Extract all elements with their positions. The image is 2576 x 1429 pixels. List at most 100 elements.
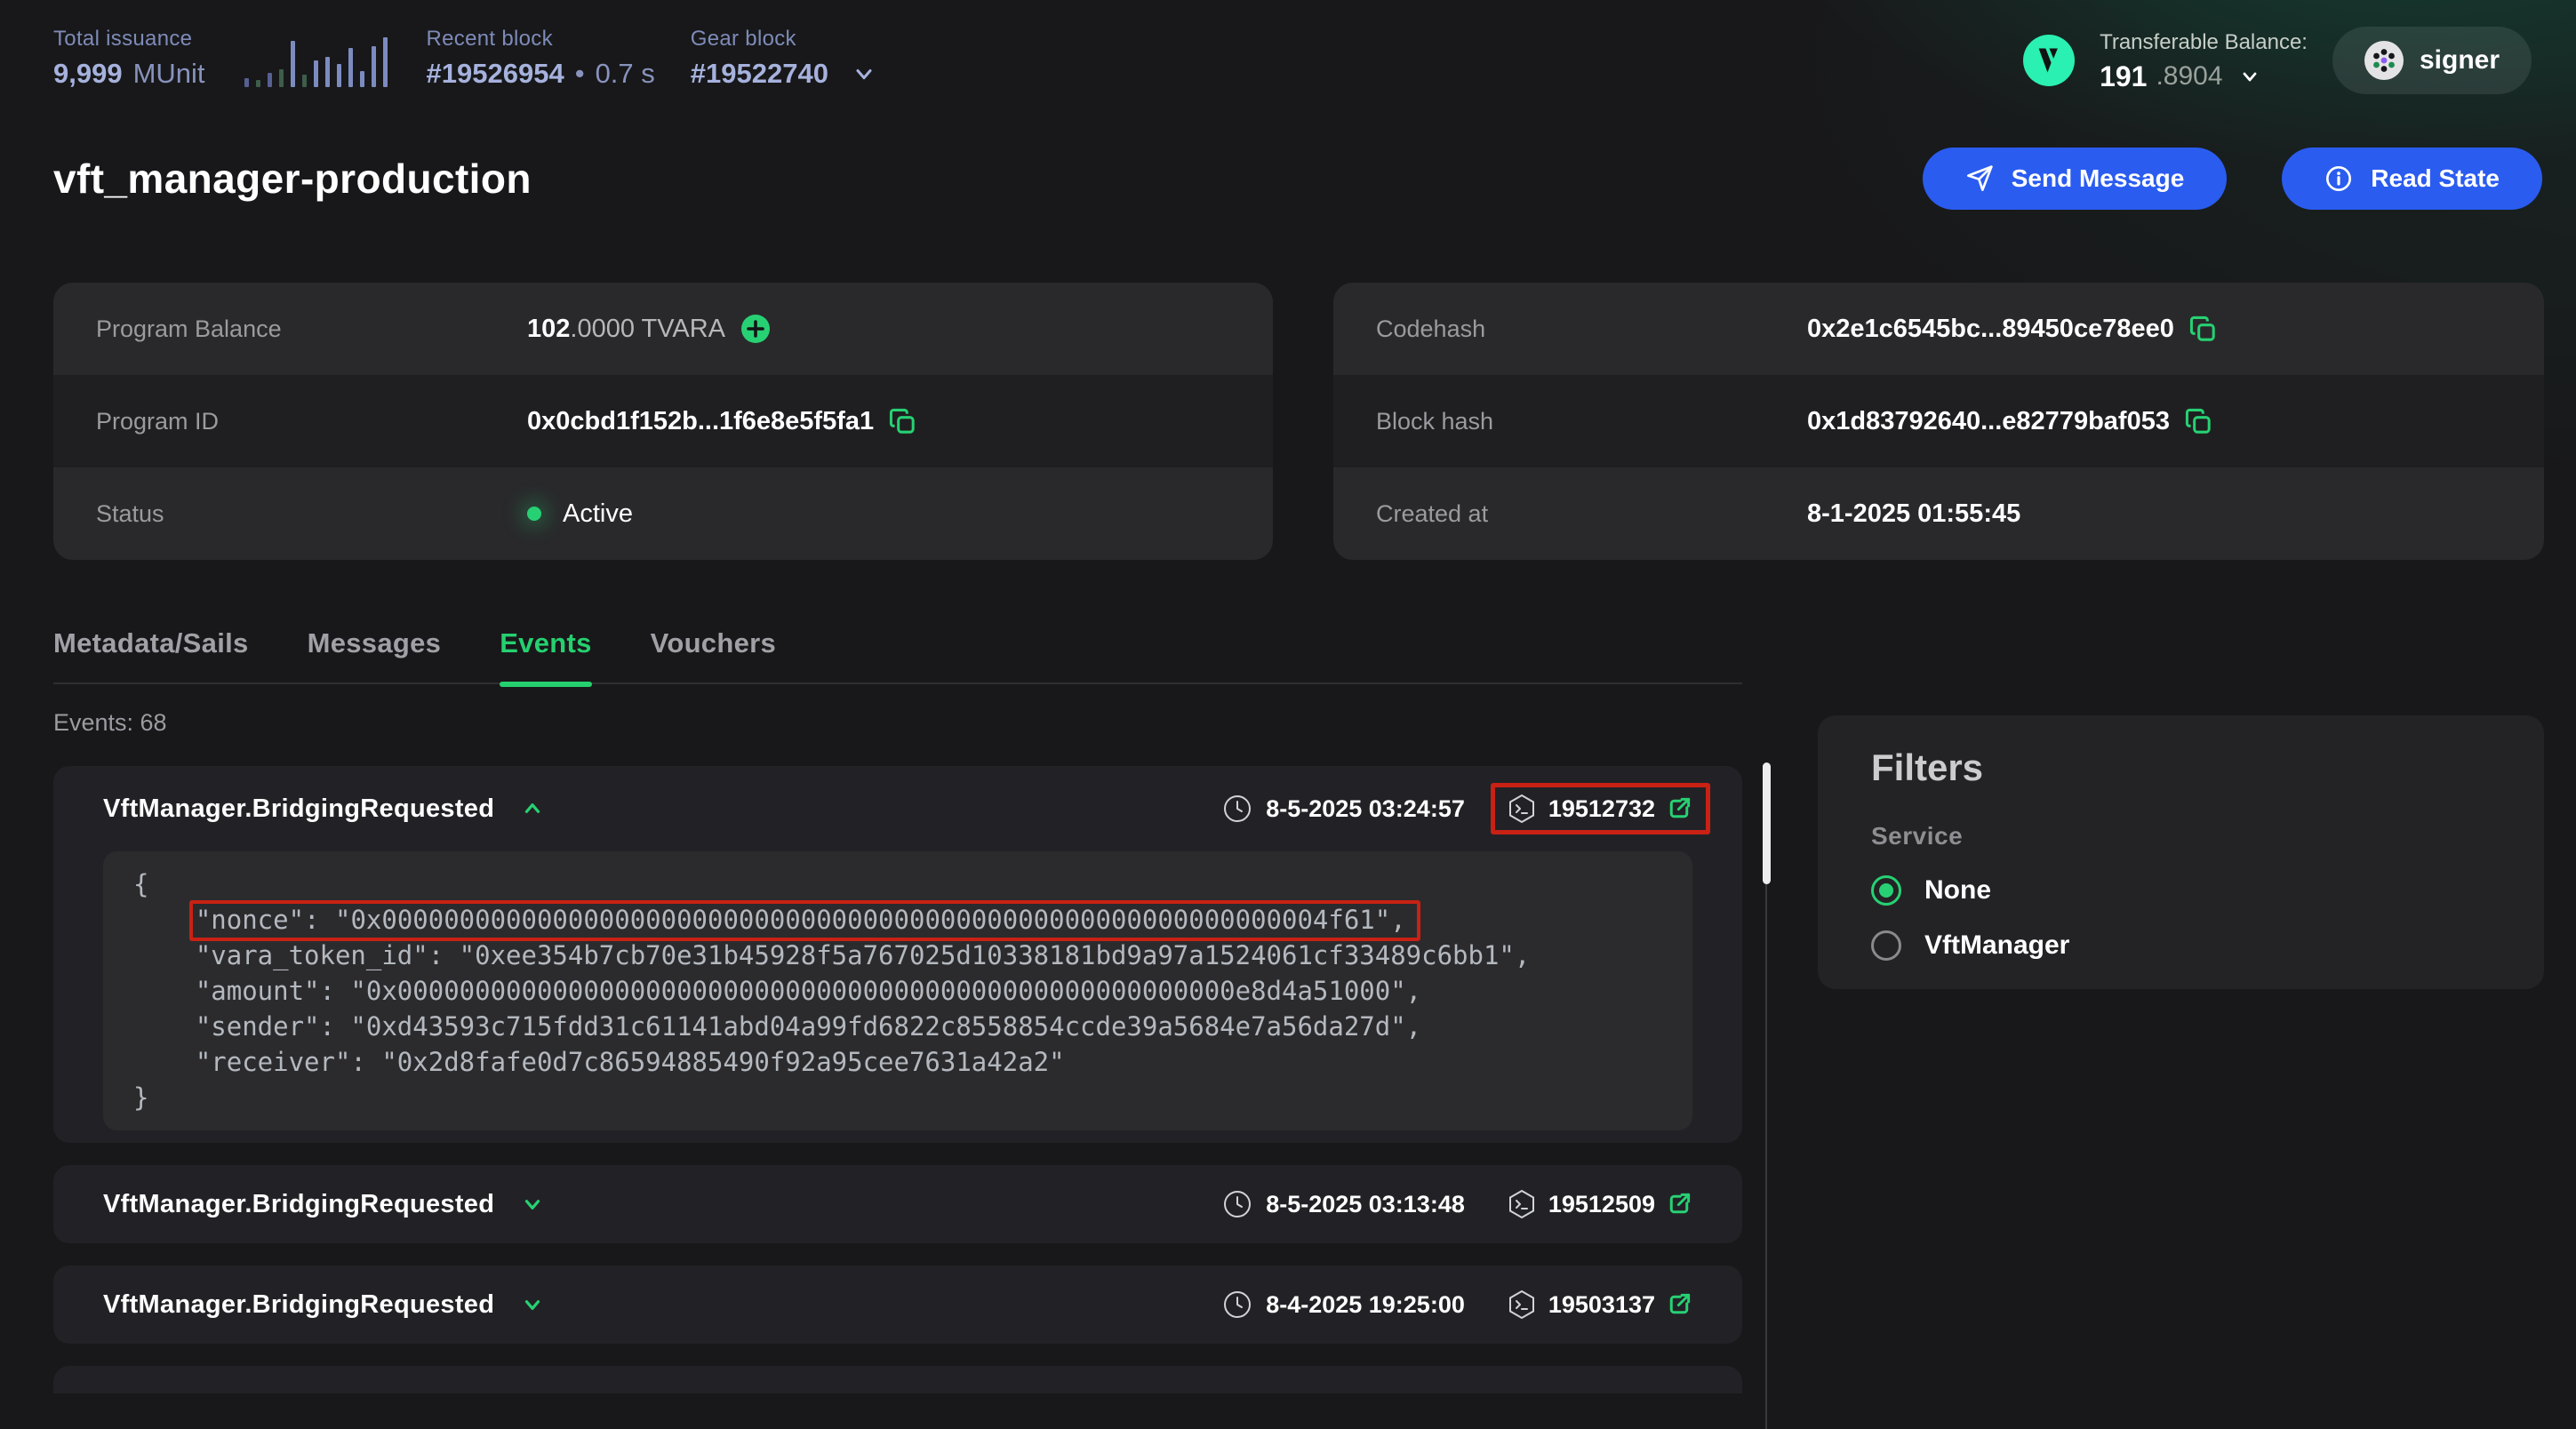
account-name: signer xyxy=(2420,45,2500,76)
title-row: vft_manager-production Send Message xyxy=(53,148,2542,210)
chevron-down-icon[interactable] xyxy=(852,61,876,86)
filters-panel: Filters Service None VftManager xyxy=(1818,715,2544,989)
page-title: vft_manager-production xyxy=(53,155,532,203)
vara-logo-icon xyxy=(2023,35,2075,86)
external-link-icon[interactable] xyxy=(1666,1191,1692,1217)
sparkline-bar xyxy=(302,75,307,87)
gear-block-stat: Gear block #19522740 xyxy=(691,27,876,87)
block-icon xyxy=(1506,793,1538,825)
gear-block-number: #19522740 xyxy=(691,60,828,87)
recent-block-separator: • xyxy=(575,60,585,87)
annotation-box-block: 19512732 xyxy=(1506,793,1692,825)
gear-block-label: Gear block xyxy=(691,27,876,52)
payload-line: "vara_token_id": "0xee354b7cb70e31b45928… xyxy=(133,938,1675,973)
event-timestamp: 8-4-2025 19:25:00 xyxy=(1221,1289,1465,1321)
event-header[interactable]: VftManager.BridgingRequested 8-5-2025 03… xyxy=(53,766,1742,851)
copy-icon[interactable] xyxy=(888,407,917,436)
event-card: VftManager.BridgingRequested 8-4-2025 19… xyxy=(53,1265,1742,1344)
sparkline-bar xyxy=(383,37,388,87)
sparkline-bar xyxy=(256,80,260,87)
event-payload: { "nonce": "0x00000000000000000000000000… xyxy=(103,851,1692,1130)
account-area: Transferable Balance: 191.8904 xyxy=(2023,27,2532,94)
events-count: Events: 68 xyxy=(53,709,167,737)
tab-events[interactable]: Events xyxy=(500,627,591,659)
program-balance-row: Program Balance 102.0000 TVARA xyxy=(53,283,1273,375)
balance-integer: 191 xyxy=(2100,62,2147,91)
status-active-dot xyxy=(527,507,541,521)
clock-icon xyxy=(1221,1289,1253,1321)
program-card: Program Balance 102.0000 TVARA Program I… xyxy=(53,283,1273,560)
created-at-value: 8-1-2025 01:55:45 xyxy=(1807,499,2020,529)
program-id-row: Program ID 0x0cbd1f152b...1f6e8e5f5fa1 xyxy=(53,375,1273,467)
codehash-value: 0x2e1c6545bc...89450ce78ee0 xyxy=(1807,315,2174,344)
events-list: VftManager.BridgingRequested 8-5-2025 03… xyxy=(53,766,1742,1393)
radio-selected-icon[interactable] xyxy=(1871,875,1901,906)
block-number-link[interactable]: 19512732 xyxy=(1506,793,1692,825)
sparkline-bar xyxy=(279,69,284,87)
status-label: Status xyxy=(53,500,527,528)
copy-icon[interactable] xyxy=(2184,407,2213,436)
chevron-down-icon[interactable] xyxy=(521,1293,544,1316)
tab-metadata-sails[interactable]: Metadata/Sails xyxy=(53,627,249,659)
clock-icon xyxy=(1221,793,1253,825)
account-button[interactable]: signer xyxy=(2332,27,2532,94)
page-actions: Send Message Read State xyxy=(1923,148,2542,210)
total-issuance-stat: Total issuance 9,999 MUnit xyxy=(53,27,205,87)
copy-icon[interactable] xyxy=(2188,315,2218,344)
event-card-partial xyxy=(53,1366,1742,1393)
chevron-down-icon[interactable] xyxy=(521,1193,544,1216)
total-issuance-value: 9,999 xyxy=(53,60,123,87)
program-tabs: Metadata/Sails Messages Events Vouchers xyxy=(53,627,1742,684)
payload-line: "amount": "0x000000000000000000000000000… xyxy=(133,973,1675,1009)
event-header[interactable]: VftManager.BridgingRequested 8-4-2025 19… xyxy=(53,1265,1742,1344)
sparkline-bar xyxy=(325,57,330,87)
external-link-icon[interactable] xyxy=(1666,795,1692,822)
created-at-label: Created at xyxy=(1333,500,1807,528)
sparkline-bar xyxy=(314,60,318,87)
info-icon xyxy=(2324,164,2353,193)
event-timestamp: 8-5-2025 03:13:48 xyxy=(1221,1188,1465,1220)
sparkline-bar xyxy=(372,46,376,87)
payload-line: "receiver": "0x2d8fafe0d7c86594885490f92… xyxy=(133,1044,1675,1080)
event-name: VftManager.BridgingRequested xyxy=(103,1190,494,1219)
events-scrollbar-thumb[interactable] xyxy=(1763,762,1771,884)
codehash-row: Codehash 0x2e1c6545bc...89450ce78ee0 xyxy=(1333,283,2544,375)
recent-block-number: #19526954 xyxy=(427,60,564,87)
program-id-label: Program ID xyxy=(53,408,527,435)
send-message-button[interactable]: Send Message xyxy=(1923,148,2228,210)
balance-chevron-down-icon[interactable] xyxy=(2239,66,2260,87)
sparkline-bar xyxy=(244,78,249,87)
sparkline-bar xyxy=(337,64,341,87)
issuance-sparkline xyxy=(244,36,388,87)
radio-unselected-icon[interactable] xyxy=(1871,930,1901,961)
tab-vouchers[interactable]: Vouchers xyxy=(651,627,776,659)
filter-option-vftmanager[interactable]: VftManager xyxy=(1871,930,2069,961)
meta-card: Codehash 0x2e1c6545bc...89450ce78ee0 Blo… xyxy=(1333,283,2544,560)
block-hash-label: Block hash xyxy=(1333,408,1807,435)
event-header[interactable]: VftManager.BridgingRequested 8-5-2025 03… xyxy=(53,1165,1742,1243)
status-badge: Active xyxy=(563,499,633,529)
block-hash-value: 0x1d83792640...e82779baf053 xyxy=(1807,407,2170,436)
sparkline-bar xyxy=(360,71,364,87)
external-link-icon[interactable] xyxy=(1666,1291,1692,1318)
program-balance-value: 102.0000 TVARA xyxy=(527,315,725,344)
service-filter-label: Service xyxy=(1871,822,2544,850)
chevron-up-icon[interactable] xyxy=(521,797,544,820)
block-number-link[interactable]: 19512509 xyxy=(1506,1188,1692,1220)
recent-block-time: 0.7 s xyxy=(596,60,655,87)
block-icon xyxy=(1506,1188,1538,1220)
program-info-cards: Program Balance 102.0000 TVARA Program I… xyxy=(53,283,2544,560)
read-state-button[interactable]: Read State xyxy=(2282,148,2542,210)
total-issuance-unit: MUnit xyxy=(133,60,205,87)
filter-option-none[interactable]: None xyxy=(1871,875,1991,906)
add-balance-icon[interactable] xyxy=(740,313,772,345)
send-icon xyxy=(1965,164,1994,193)
tab-messages[interactable]: Messages xyxy=(308,627,442,659)
event-card: VftManager.BridgingRequested 8-5-2025 03… xyxy=(53,766,1742,1143)
block-number-link[interactable]: 19503137 xyxy=(1506,1289,1692,1321)
event-timestamp: 8-5-2025 03:24:57 xyxy=(1221,793,1465,825)
transferable-balance: Transferable Balance: 191.8904 xyxy=(2100,30,2308,91)
program-balance-label: Program Balance xyxy=(53,315,527,343)
total-issuance-label: Total issuance xyxy=(53,27,205,52)
event-name: VftManager.BridgingRequested xyxy=(103,1290,494,1320)
